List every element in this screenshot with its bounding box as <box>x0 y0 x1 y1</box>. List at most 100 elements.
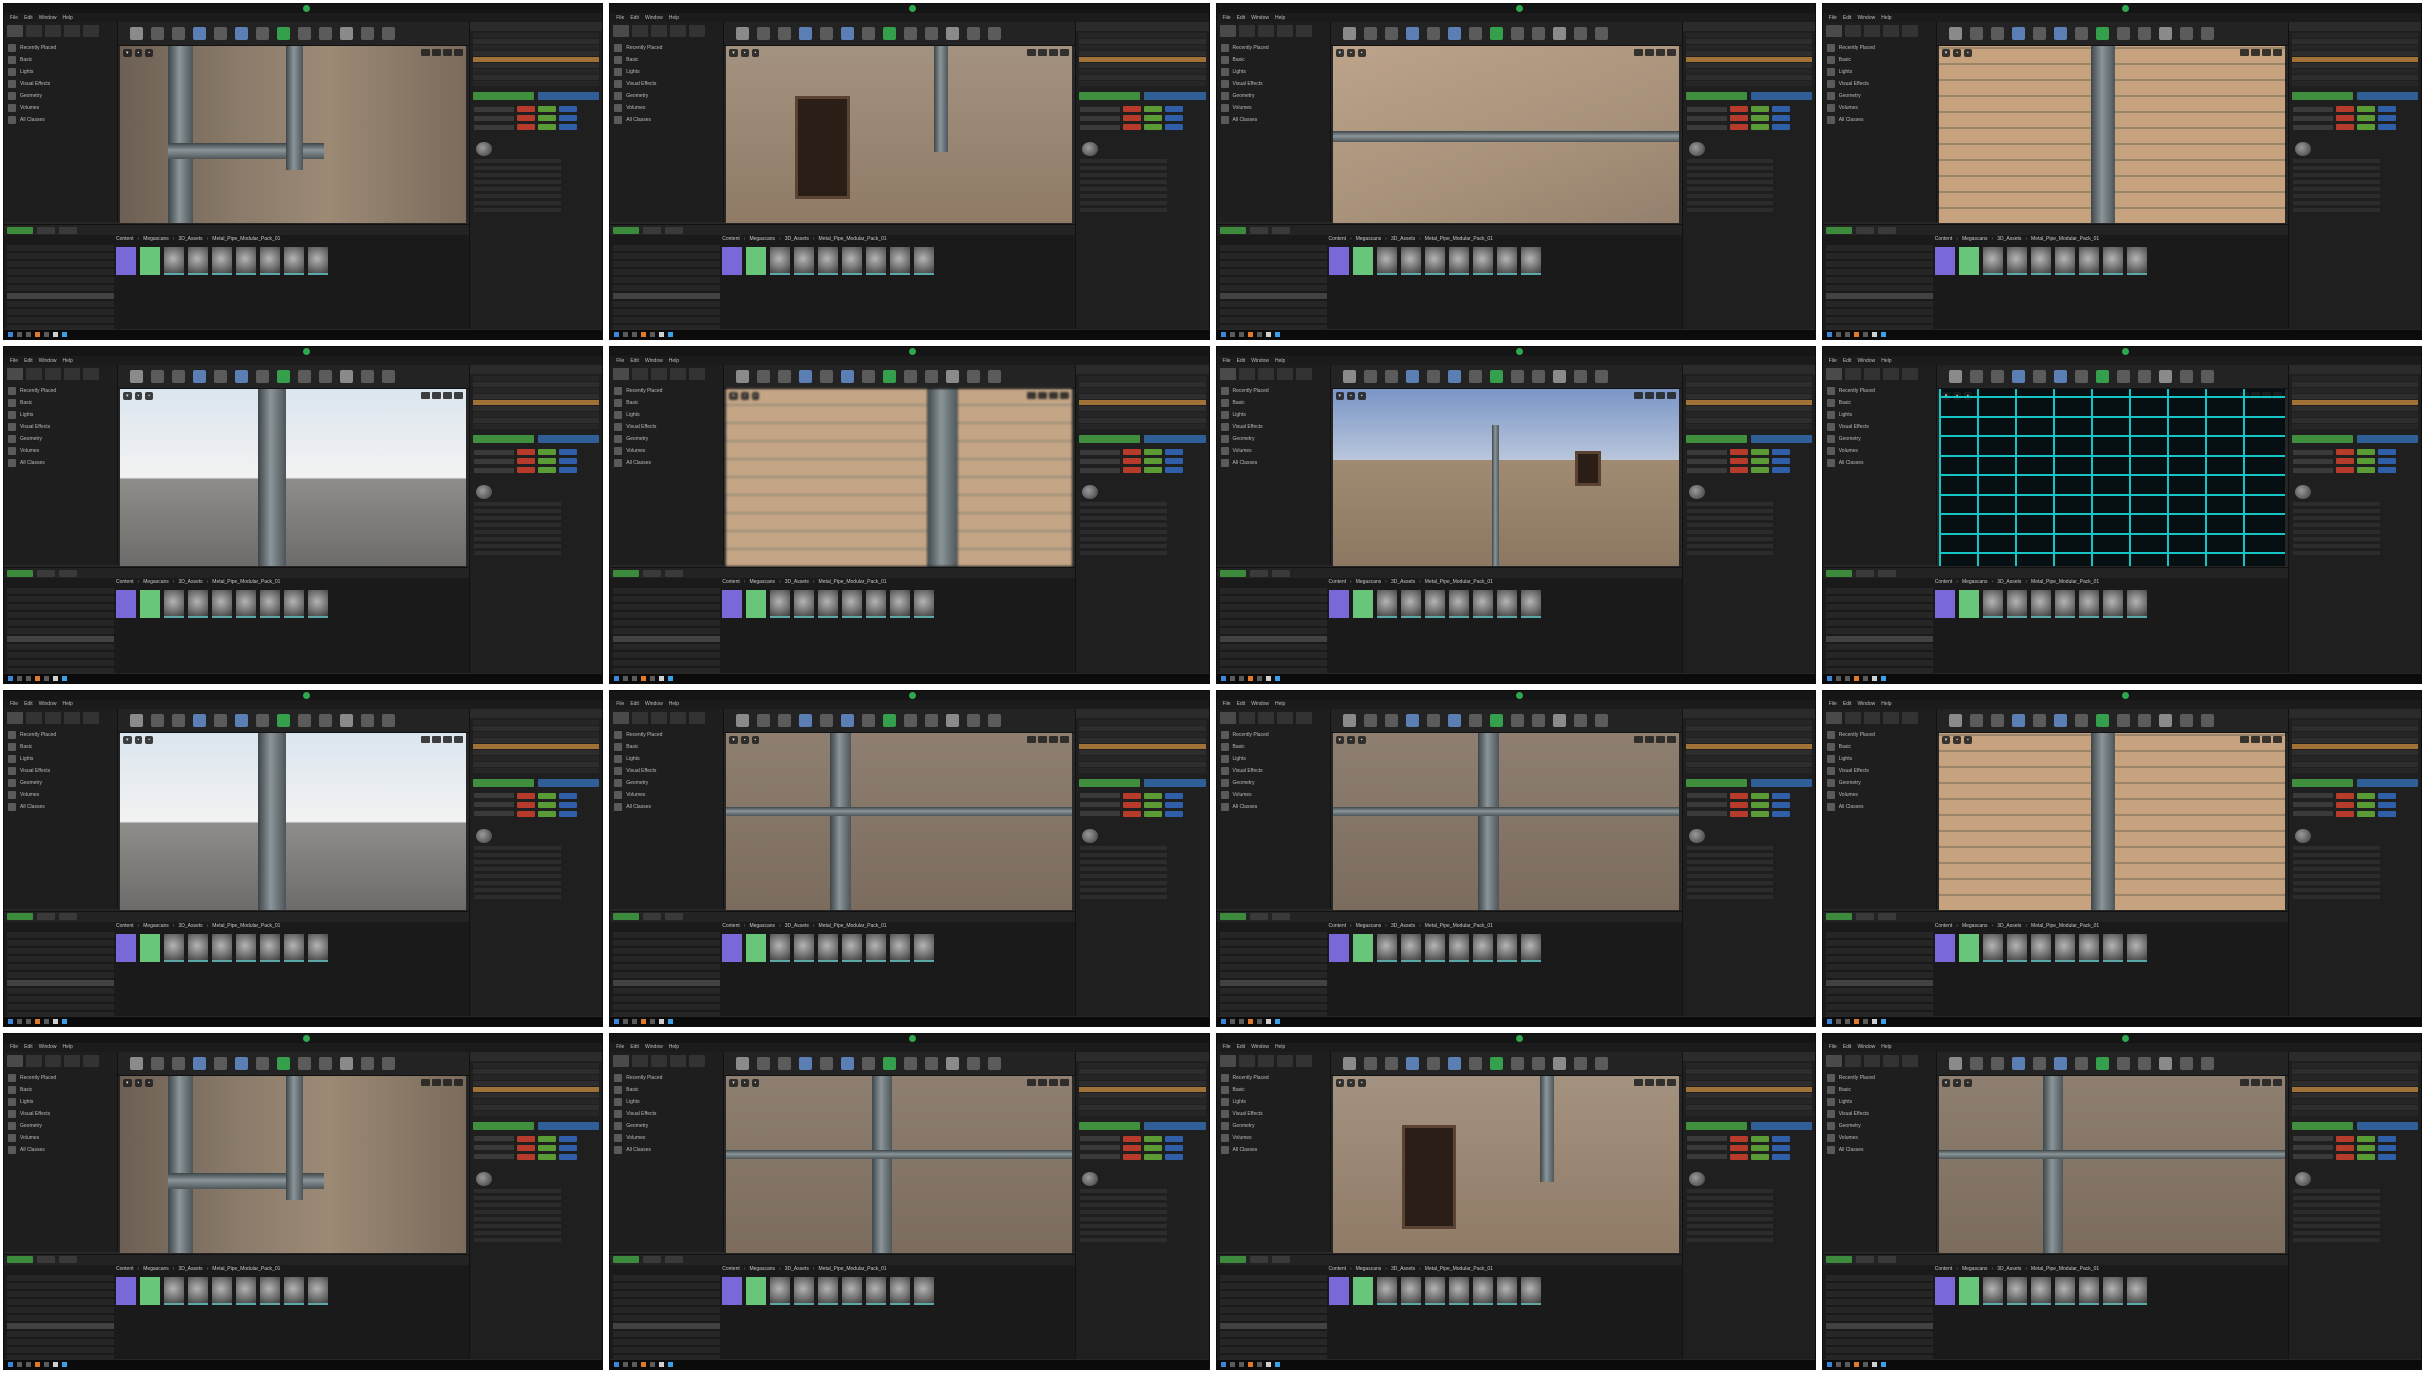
asset-tile[interactable] <box>818 1276 839 1305</box>
marketplace-icon[interactable] <box>799 1056 813 1070</box>
place-category[interactable]: Recently Placed <box>8 385 113 397</box>
outliner-row[interactable] <box>1685 749 1812 755</box>
outliner-row[interactable] <box>1685 75 1812 80</box>
outliner-row[interactable] <box>1079 81 1206 86</box>
foliage-mode-icon[interactable] <box>1276 25 1293 37</box>
x-field[interactable] <box>517 1144 535 1151</box>
place-category[interactable]: Visual Effects <box>8 78 113 90</box>
menu-item[interactable]: File <box>616 15 624 21</box>
y-field[interactable] <box>1750 810 1769 817</box>
compile-icon[interactable] <box>319 1056 332 1070</box>
add-component-button[interactable] <box>2291 435 2353 444</box>
perspective-button[interactable]: ▪ <box>1347 735 1355 744</box>
paint-mode-icon[interactable] <box>26 368 42 381</box>
place-category[interactable]: Basic <box>1220 397 1326 409</box>
asset-tile[interactable] <box>770 933 791 962</box>
settings-icon[interactable] <box>1426 27 1440 40</box>
grid-snap-icon[interactable] <box>1666 49 1676 56</box>
perspective-button[interactable]: ▪ <box>740 392 749 401</box>
outliner-row[interactable] <box>473 81 600 86</box>
cinematics-icon[interactable] <box>1468 1056 1482 1070</box>
place-category[interactable]: Lights <box>614 66 719 78</box>
breadcrumb-item[interactable]: Metal_Pipe_Modular_Pack_01 <box>2031 1266 2099 1272</box>
level-viewport[interactable]: ▾ ▪ ▪ <box>726 389 1073 567</box>
y-field[interactable] <box>1144 1153 1163 1160</box>
breadcrumb-item[interactable]: Megascans <box>749 579 775 585</box>
menu-item[interactable]: Edit <box>630 358 639 364</box>
asset-tile[interactable] <box>842 933 863 962</box>
landscape-mode-icon[interactable] <box>45 1054 61 1067</box>
folder-row[interactable] <box>613 604 721 611</box>
import-button[interactable] <box>643 913 662 920</box>
lit-button[interactable]: ▪ <box>1964 1078 1972 1087</box>
asset-tile[interactable] <box>260 933 280 962</box>
material-thumbnail[interactable] <box>476 828 492 843</box>
place-category[interactable]: Geometry <box>8 90 113 102</box>
foliage-mode-icon[interactable] <box>670 711 687 724</box>
breadcrumb-item[interactable]: 3D_Assets <box>785 923 809 929</box>
paint-mode-icon[interactable] <box>632 711 649 724</box>
folder-row[interactable] <box>1219 1306 1327 1313</box>
folder-row[interactable] <box>1825 660 1933 667</box>
asset-tile[interactable] <box>1376 933 1397 962</box>
viewport-menu-button[interactable]: ▾ <box>123 1078 132 1087</box>
menu-item[interactable]: Edit <box>630 15 639 21</box>
folder-row[interactable] <box>1825 293 1933 299</box>
marketplace-icon[interactable] <box>2011 713 2025 727</box>
windows-start-icon[interactable] <box>614 675 620 681</box>
outliner-row[interactable] <box>473 412 600 418</box>
level-viewport[interactable]: ▾ ▪ ▪ <box>1938 389 2285 567</box>
add-component-button[interactable] <box>2291 92 2353 100</box>
grid-snap-icon[interactable] <box>1060 392 1070 400</box>
scale-icon[interactable] <box>2261 735 2271 743</box>
launch-icon[interactable] <box>904 27 918 40</box>
settings-icon[interactable] <box>2032 27 2046 40</box>
stop-icon[interactable] <box>988 27 1002 40</box>
task-view-icon[interactable] <box>1238 1362 1244 1367</box>
landscape-mode-icon[interactable] <box>1257 1054 1274 1067</box>
menu-item[interactable]: File <box>10 15 18 21</box>
unreal-engine-taskbar-icon[interactable] <box>659 1362 665 1367</box>
landscape-mode-icon[interactable] <box>45 25 61 37</box>
launch-icon[interactable] <box>298 1056 311 1070</box>
explorer-icon[interactable] <box>1862 1362 1868 1367</box>
save-icon[interactable] <box>736 1056 750 1070</box>
rotate-icon[interactable] <box>1038 735 1048 743</box>
search-icon[interactable] <box>17 1018 22 1024</box>
asset-tile[interactable] <box>1496 247 1517 275</box>
y-field[interactable] <box>1144 115 1163 121</box>
menu-item[interactable]: Window <box>39 15 57 21</box>
folder-row[interactable] <box>613 947 721 954</box>
outliner-row[interactable] <box>2291 743 2418 749</box>
asset-tile[interactable] <box>1496 590 1517 619</box>
geometry-mode-icon[interactable] <box>83 25 99 37</box>
settings-icon[interactable] <box>214 27 227 40</box>
outliner-row[interactable] <box>2291 412 2418 418</box>
menu-item[interactable]: File <box>1223 701 1231 707</box>
app-taskbar-icon[interactable] <box>668 675 674 681</box>
outliner-row[interactable] <box>2291 1068 2418 1074</box>
compile-icon[interactable] <box>925 27 939 40</box>
launch-icon[interactable] <box>1510 1056 1524 1070</box>
breadcrumb-item[interactable]: Megascans <box>143 1266 169 1272</box>
translate-icon[interactable] <box>421 392 430 400</box>
outliner-row[interactable] <box>473 743 600 749</box>
outliner-row[interactable] <box>473 749 600 755</box>
asset-tile[interactable] <box>1352 247 1373 275</box>
menu-item[interactable]: Window <box>1857 1044 1875 1050</box>
x-field[interactable] <box>2335 467 2354 474</box>
asset-tile[interactable] <box>284 1276 304 1305</box>
x-field[interactable] <box>1729 810 1748 817</box>
breadcrumb-item[interactable]: Megascans <box>143 579 169 585</box>
perspective-button[interactable]: ▪ <box>134 49 143 57</box>
breadcrumb-item[interactable]: Megascans <box>1356 579 1382 585</box>
asset-tile[interactable] <box>890 590 911 619</box>
settings-icon[interactable] <box>2032 370 2046 384</box>
grid-snap-icon[interactable] <box>454 392 463 400</box>
z-field[interactable] <box>1771 1135 1790 1142</box>
save-all-button[interactable] <box>665 913 684 920</box>
outliner-row[interactable] <box>2291 39 2418 44</box>
build-icon[interactable] <box>883 1056 897 1070</box>
paint-mode-icon[interactable] <box>1844 368 1861 381</box>
material-thumbnail[interactable] <box>2294 485 2311 500</box>
